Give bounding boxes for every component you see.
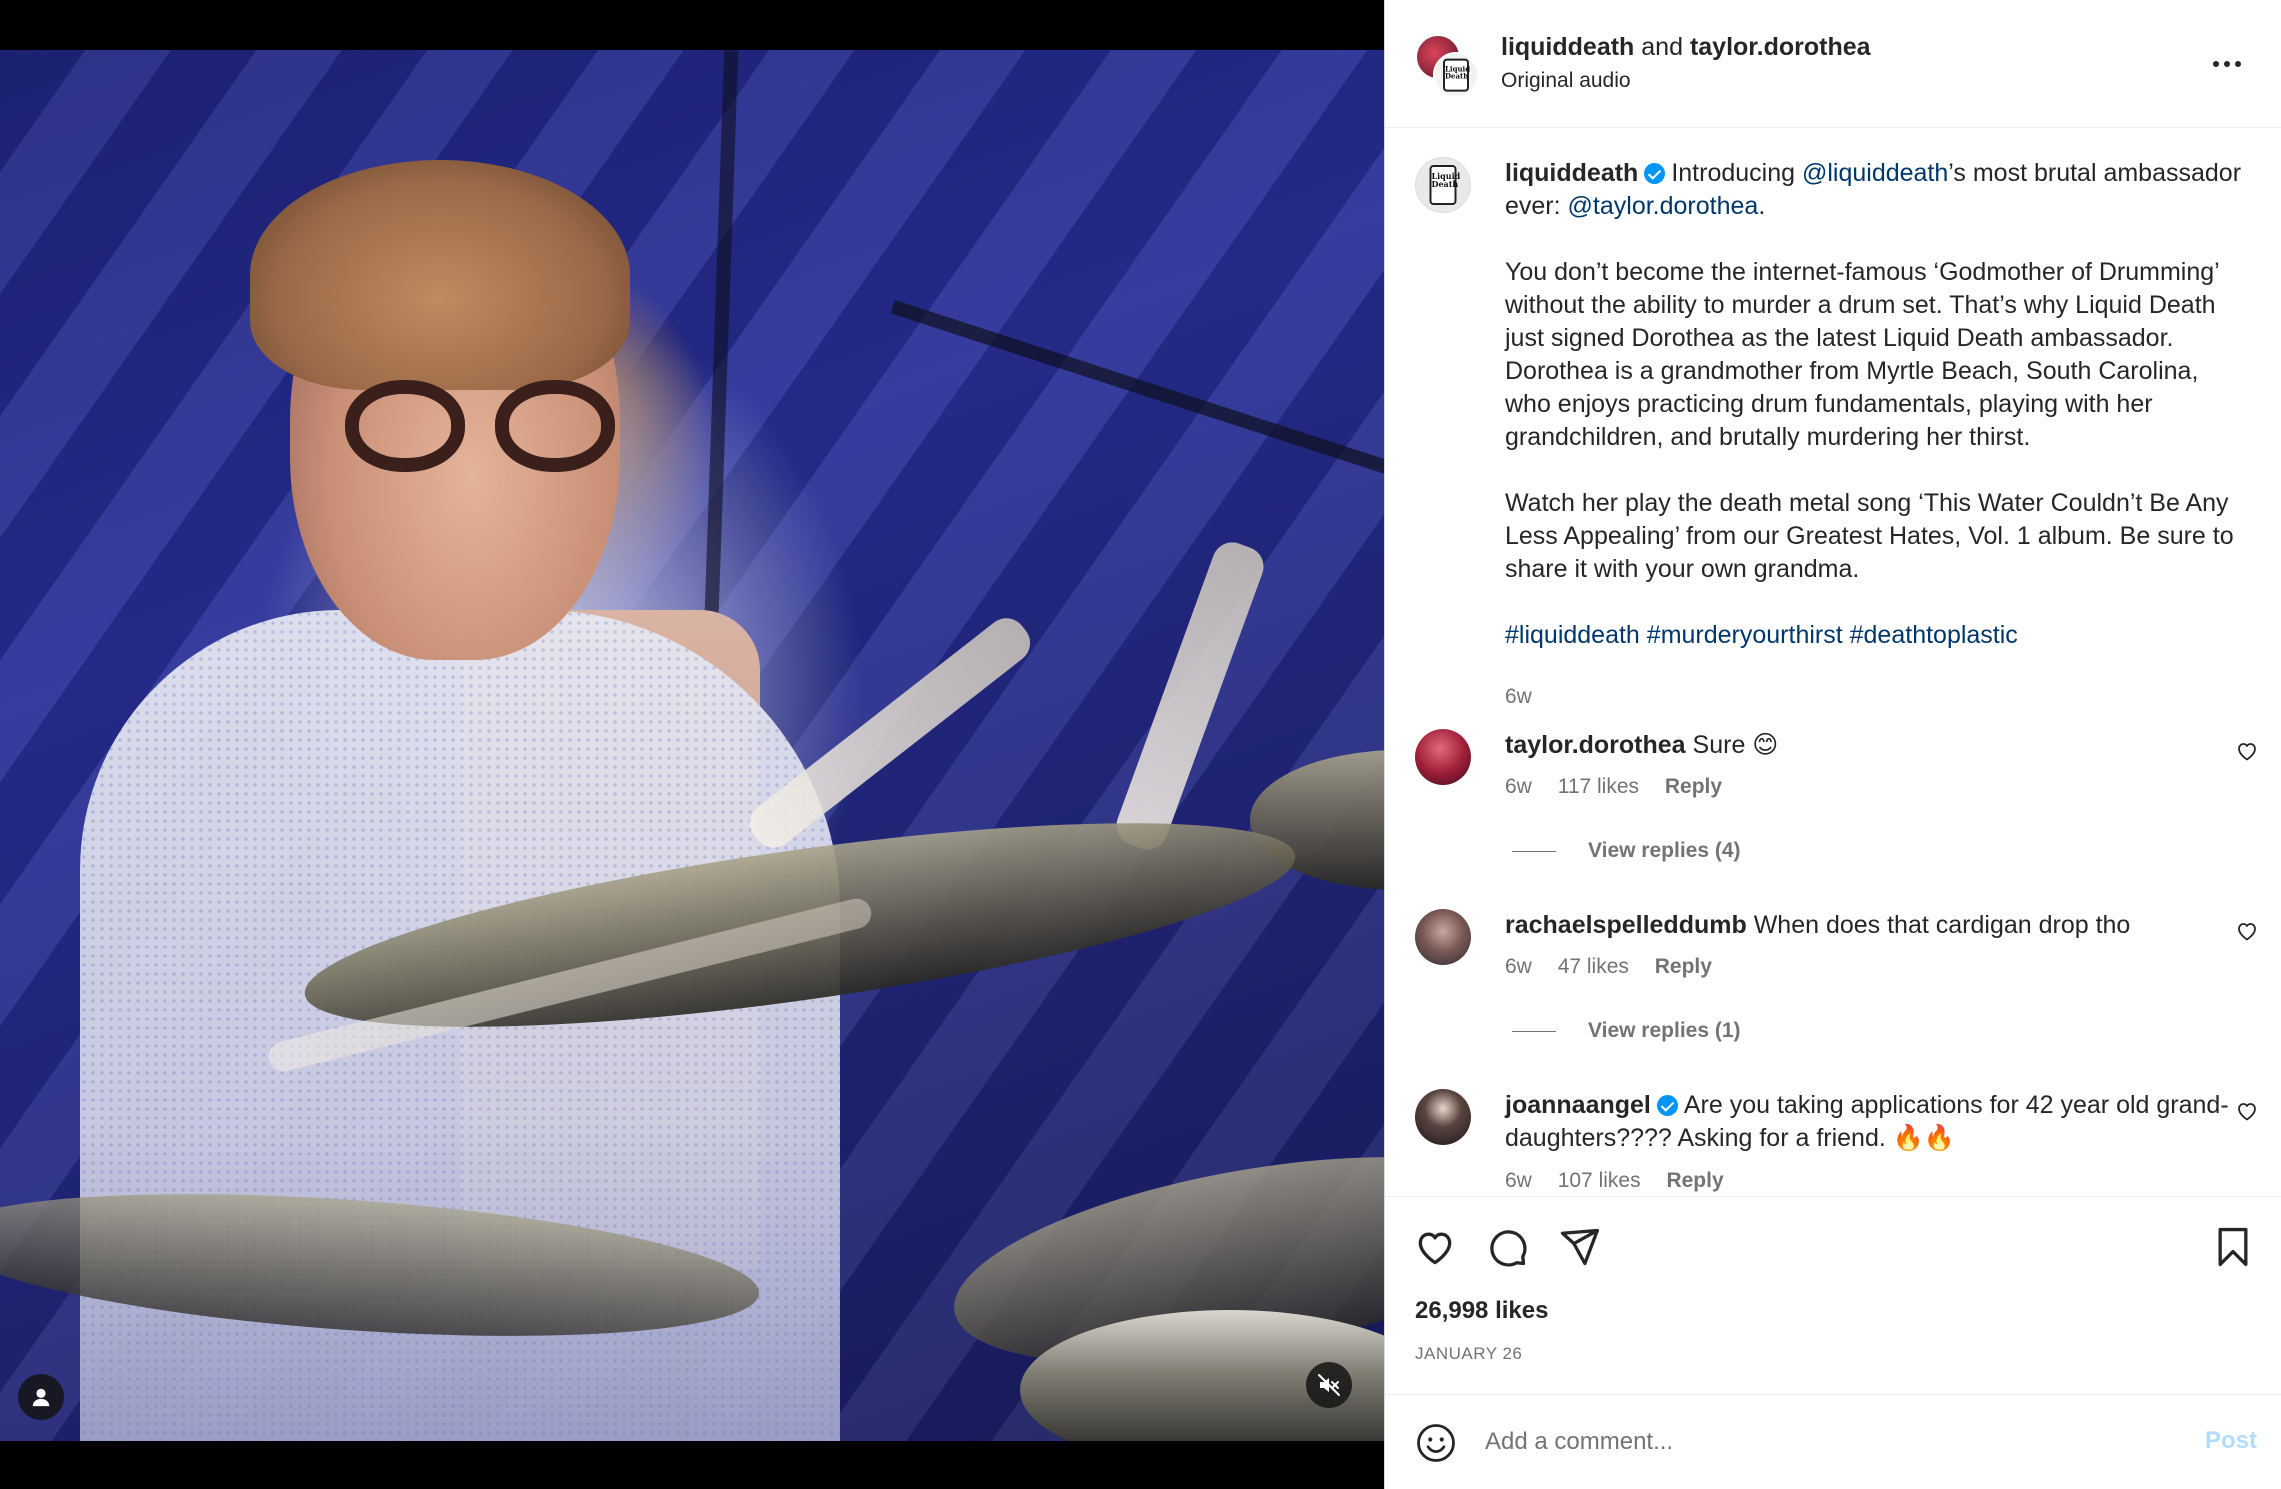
tagged-users-button[interactable]	[18, 1374, 64, 1420]
caption-period: .	[1758, 192, 1766, 220]
add-comment-bar: Post	[1385, 1394, 2281, 1489]
mention-liquiddeath[interactable]: @liquiddeath	[1802, 159, 1948, 187]
caption-intro: Introducing	[1671, 159, 1802, 187]
collaborator-names: liquiddeath and taylor.dorothea	[1501, 33, 1871, 62]
caption-paragraph-2: You don’t become the internet-famous ‘Go…	[1505, 258, 2219, 451]
muted-icon	[1318, 1374, 1340, 1396]
reply-button[interactable]: Reply	[1665, 775, 1722, 798]
mention-taylor-dorothea[interactable]: @taylor.dorothea	[1568, 192, 1759, 220]
comments-list[interactable]: Liquid Death liquiddeath Introducing @liqu…	[1385, 129, 2281, 1195]
comment-meta: 6w 117 likes Reply	[1505, 775, 1742, 799]
emoji-icon[interactable]	[1415, 1422, 1457, 1464]
header-username-2[interactable]: taylor.dorothea	[1690, 33, 1871, 61]
comment-like-heart-icon[interactable]	[2235, 1099, 2259, 1123]
more-options-button[interactable]	[2197, 46, 2257, 82]
video-player[interactable]	[0, 50, 1384, 1441]
likes-count[interactable]: 26,998 likes	[1415, 1297, 1548, 1325]
liquid-death-logo: Liquid Death	[1429, 165, 1460, 205]
comment-body: Sure 😊	[1692, 731, 1779, 759]
header-and: and	[1641, 33, 1683, 61]
audio-label[interactable]: Original audio	[1501, 69, 1631, 93]
avatar-liquiddeath[interactable]: Liquid Death	[1433, 52, 1479, 98]
more-options-icon	[2213, 61, 2241, 67]
verified-badge-icon	[1656, 1095, 1678, 1116]
comment-like-heart-icon[interactable]	[2235, 919, 2259, 943]
drummer-hair	[250, 160, 630, 390]
post-comment-button[interactable]: Post	[2205, 1427, 2257, 1455]
reply-button[interactable]: Reply	[1666, 1169, 1723, 1192]
comment-text: rachaelspelleddumb When does that cardig…	[1505, 909, 2245, 942]
caption-username[interactable]: liquiddeath	[1505, 159, 1638, 187]
liquid-death-logo: Liquid Death	[1442, 58, 1470, 92]
header-username-1[interactable]: liquiddeath	[1501, 33, 1634, 61]
heart-icon[interactable]	[1413, 1225, 1457, 1269]
caption-hashtags[interactable]: #liquiddeath #murderyourthirst #deathtop…	[1505, 619, 2245, 652]
caption-text: liquiddeath Introducing @liquiddeath’s mo…	[1505, 157, 2245, 652]
comment-text: taylor.dorothea Sure 😊	[1505, 729, 2245, 762]
avatar-rachaelspelleddumb[interactable]	[1415, 909, 1471, 965]
post-media[interactable]	[0, 0, 1384, 1489]
bookmark-icon[interactable]	[2211, 1225, 2255, 1269]
comment-body: When does that cardigan drop tho	[1753, 911, 2131, 939]
drummer-glasses	[345, 380, 625, 480]
user-tag-icon	[32, 1388, 50, 1407]
post-side-panel: Liquid Death liquiddeath and taylor.dorot…	[1384, 0, 2281, 1489]
comment-like-heart-icon[interactable]	[2235, 739, 2259, 763]
mic-boom	[890, 299, 1384, 475]
view-replies-button[interactable]: View replies (4)	[1512, 839, 1741, 863]
comment-username[interactable]: taylor.dorothea	[1505, 731, 1686, 759]
comment-meta: 6w 47 likes Reply	[1505, 955, 1732, 979]
comment-time[interactable]: 6w	[1505, 1169, 1532, 1192]
comment-username[interactable]: rachaelspelleddumb	[1505, 911, 1747, 939]
verified-badge-icon	[1644, 163, 1666, 184]
avatar-taylor-dorothea[interactable]	[1415, 729, 1471, 785]
share-icon[interactable]	[1557, 1225, 1601, 1269]
comment-time[interactable]: 6w	[1505, 775, 1532, 798]
collab-avatars[interactable]: Liquid Death	[1415, 34, 1479, 98]
comment-icon[interactable]	[1485, 1225, 1529, 1269]
mute-toggle-button[interactable]	[1306, 1362, 1352, 1408]
avatar-joannaangel[interactable]	[1415, 1089, 1471, 1145]
comment-likes[interactable]: 117 likes	[1558, 775, 1639, 798]
comment-time[interactable]: 6w	[1505, 955, 1532, 978]
comment-likes[interactable]: 47 likes	[1558, 955, 1629, 978]
drumstick-left	[1110, 536, 1270, 856]
view-replies-button[interactable]: View replies (1)	[1512, 1019, 1741, 1043]
comment-username[interactable]: joannaangel	[1505, 1091, 1651, 1119]
caption-meta: 6w	[1505, 685, 1552, 709]
post-date[interactable]: JANUARY 26	[1415, 1344, 1522, 1364]
caption-time[interactable]: 6w	[1505, 685, 1532, 708]
caption-paragraph-3: Watch her play the death metal song ‘Thi…	[1505, 489, 2234, 583]
drumstick-right	[741, 610, 1039, 856]
comment-input[interactable]	[1485, 1419, 2125, 1465]
comment-likes[interactable]: 107 likes	[1558, 1169, 1641, 1192]
avatar-liquiddeath[interactable]: Liquid Death	[1415, 157, 1471, 213]
post-actions	[1385, 1196, 2281, 1296]
comment-text: joannaangel Are you taking applications f…	[1505, 1089, 2245, 1155]
comment-meta: 6w 107 likes Reply	[1505, 1169, 1744, 1193]
post-header: Liquid Death liquiddeath and taylor.dorot…	[1385, 0, 2281, 128]
reply-button[interactable]: Reply	[1655, 955, 1712, 978]
